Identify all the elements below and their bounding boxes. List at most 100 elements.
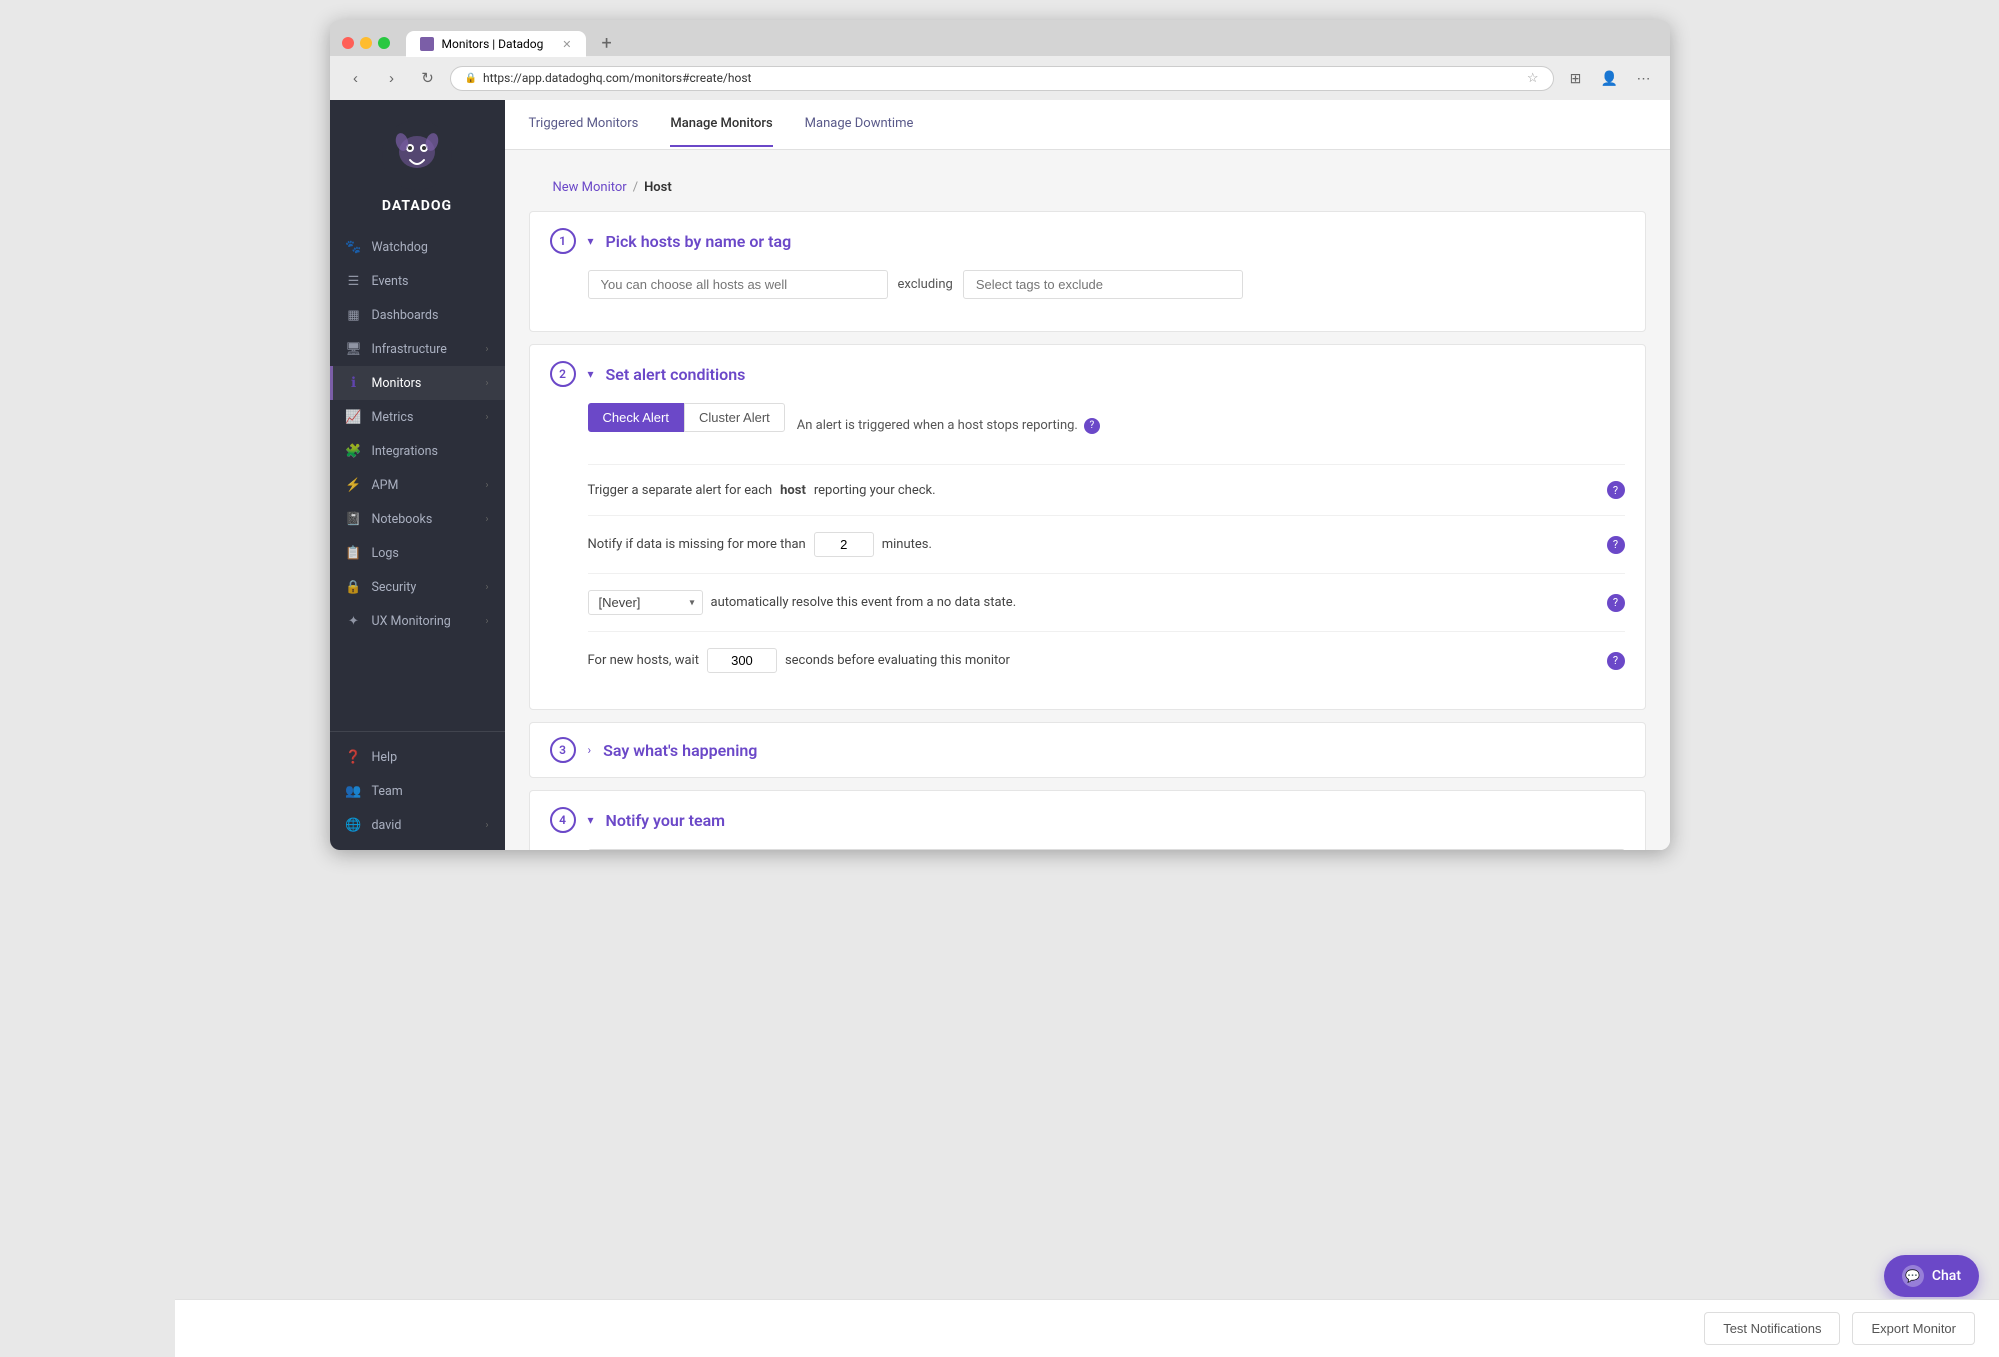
apm-icon: ⚡ (346, 477, 362, 493)
profile-button[interactable]: 👤 (1596, 64, 1624, 92)
infrastructure-chevron-icon: › (485, 344, 488, 355)
dashboards-icon: ▦ (346, 307, 362, 323)
alert-description: An alert is triggered when a host stops … (797, 418, 1100, 434)
notify-missing-data-row: Notify if data is missing for more than … (588, 515, 1625, 573)
ux-chevron-icon: › (485, 616, 488, 627)
tags-exclude-input[interactable] (963, 270, 1243, 299)
auto-resolve-select[interactable]: [Never] After 1 hour After 2 hours (588, 590, 703, 615)
browser-titlebar: Monitors | Datadog ✕ + (330, 20, 1670, 56)
trigger-row-help-icon[interactable]: ? (1607, 481, 1625, 499)
manage-downtime-nav[interactable]: Manage Downtime (805, 102, 914, 147)
sidebar-item-help[interactable]: ❓ Help (330, 740, 505, 774)
new-hosts-help-icon[interactable]: ? (1607, 652, 1625, 670)
user-globe-icon: 🌐 (346, 817, 362, 833)
notebooks-chevron-icon: › (485, 514, 488, 525)
breadcrumb-link[interactable]: New Monitor (553, 180, 627, 195)
sidebar-item-integrations[interactable]: 🧩 Integrations (330, 434, 505, 468)
sidebar-item-monitors[interactable]: ℹ Monitors › (330, 366, 505, 400)
tab-close-icon[interactable]: ✕ (562, 38, 571, 51)
section-alert-conditions: 2 ▾ Set alert conditions Check Alert Clu… (529, 344, 1646, 710)
metrics-chevron-icon: › (485, 412, 488, 423)
sidebar-item-label: Watchdog (372, 240, 489, 255)
breadcrumb: New Monitor / Host (529, 166, 1646, 195)
window-controls (342, 37, 390, 49)
team-icon: 👥 (346, 783, 362, 799)
app-content: DATADOG 🐾 Watchdog ☰ Events ▦ Dashboards… (330, 100, 1670, 850)
bookmark-icon[interactable]: ☆ (1527, 71, 1539, 86)
sidebar-item-logs[interactable]: 📋 Logs (330, 536, 505, 570)
extensions-button[interactable]: ⊞ (1562, 64, 1590, 92)
maximize-button[interactable] (378, 37, 390, 49)
metrics-icon: 📈 (346, 409, 362, 425)
minimize-button[interactable] (360, 37, 372, 49)
sidebar-item-ux-monitoring[interactable]: ✦ UX Monitoring › (330, 604, 505, 638)
section-pick-hosts: 1 ▾ Pick hosts by name or tag excluding (529, 211, 1646, 332)
section4-toggle-icon: ▾ (588, 813, 594, 827)
new-hosts-wait-input[interactable] (707, 648, 777, 673)
apm-chevron-icon: › (485, 480, 488, 491)
host-name-input[interactable] (588, 270, 888, 299)
address-bar[interactable]: 🔒 https://app.datadoghq.com/monitors#cre… (450, 66, 1554, 91)
chat-bubble[interactable]: 💬 Chat (1884, 1255, 1979, 1297)
notebooks-icon: 📓 (346, 511, 362, 527)
new-tab-button[interactable]: + (596, 33, 618, 54)
check-alert-button[interactable]: Check Alert (588, 403, 684, 432)
section-say-whats-happening: 3 › Say what's happening (529, 722, 1646, 778)
help-icon: ❓ (346, 749, 362, 765)
sidebar-item-david[interactable]: 🌐 david › (330, 808, 505, 842)
host-bold-label: host (780, 483, 806, 498)
sidebar-item-watchdog[interactable]: 🐾 Watchdog (330, 230, 505, 264)
manage-monitors-nav[interactable]: Manage Monitors (670, 102, 772, 147)
auto-resolve-select-wrapper: [Never] After 1 hour After 2 hours (588, 590, 703, 615)
sidebar-item-metrics[interactable]: 📈 Metrics › (330, 400, 505, 434)
back-button[interactable]: ‹ (342, 64, 370, 92)
datadog-logo-icon (382, 120, 452, 190)
section2-body: Check Alert Cluster Alert An alert is tr… (530, 403, 1645, 709)
toolbar-actions: ⊞ 👤 ⋯ (1562, 64, 1658, 92)
section3-header[interactable]: 3 › Say what's happening (530, 723, 1645, 777)
sidebar: DATADOG 🐾 Watchdog ☰ Events ▦ Dashboards… (330, 100, 505, 850)
breadcrumb-current: Host (644, 180, 672, 195)
menu-button[interactable]: ⋯ (1630, 64, 1658, 92)
ux-monitoring-icon: ✦ (346, 613, 362, 629)
tab-favicon (420, 37, 434, 51)
section2-toggle-icon: ▾ (588, 367, 594, 381)
alert-type-buttons: Check Alert Cluster Alert (588, 403, 785, 432)
reload-button[interactable]: ↻ (414, 64, 442, 92)
section2-number: 2 (550, 361, 576, 387)
new-hosts-row: For new hosts, wait seconds before evalu… (588, 631, 1625, 689)
sidebar-item-dashboards[interactable]: ▦ Dashboards (330, 298, 505, 332)
lock-icon: 🔒 (465, 73, 477, 84)
sidebar-bottom: ❓ Help 👥 Team 🌐 david › (330, 731, 505, 850)
section2-header[interactable]: 2 ▾ Set alert conditions (530, 345, 1645, 403)
close-button[interactable] (342, 37, 354, 49)
notify-services-input[interactable] (588, 849, 1625, 850)
section1-number: 1 (550, 228, 576, 254)
sidebar-item-events[interactable]: ☰ Events (330, 264, 505, 298)
missing-minutes-input[interactable] (814, 532, 874, 557)
sidebar-item-security[interactable]: 🔒 Security › (330, 570, 505, 604)
sidebar-item-apm[interactable]: ⚡ APM › (330, 468, 505, 502)
sidebar-logo: DATADOG (330, 100, 505, 230)
section1-header[interactable]: 1 ▾ Pick hosts by name or tag (530, 212, 1645, 270)
url-text: https://app.datadoghq.com/monitors#creat… (483, 71, 1521, 85)
missing-data-help-icon[interactable]: ? (1607, 536, 1625, 554)
trigger-per-host-row: Trigger a separate alert for each host r… (588, 464, 1625, 515)
alert-description-help-icon[interactable]: ? (1084, 418, 1100, 434)
monitors-icon: ℹ (346, 375, 362, 391)
browser-tab[interactable]: Monitors | Datadog ✕ (406, 31, 586, 57)
section2-title: Set alert conditions (606, 365, 746, 384)
section1-title: Pick hosts by name or tag (606, 232, 792, 251)
sidebar-item-infrastructure[interactable]: 🖥 Infrastructure › (330, 332, 505, 366)
cluster-alert-button[interactable]: Cluster Alert (684, 403, 785, 432)
browser-window: Monitors | Datadog ✕ + ‹ › ↻ 🔒 https://a… (330, 20, 1670, 850)
triggered-monitors-nav[interactable]: Triggered Monitors (529, 102, 639, 147)
notify-services-wrapper (588, 849, 1625, 850)
section4-header[interactable]: 4 ▾ Notify your team (530, 791, 1645, 849)
breadcrumb-separator: / (633, 180, 638, 195)
sidebar-item-team[interactable]: 👥 Team (330, 774, 505, 808)
resolve-help-icon[interactable]: ? (1607, 594, 1625, 612)
sidebar-item-notebooks[interactable]: 📓 Notebooks › (330, 502, 505, 536)
excluding-label: excluding (898, 277, 953, 292)
forward-button[interactable]: › (378, 64, 406, 92)
